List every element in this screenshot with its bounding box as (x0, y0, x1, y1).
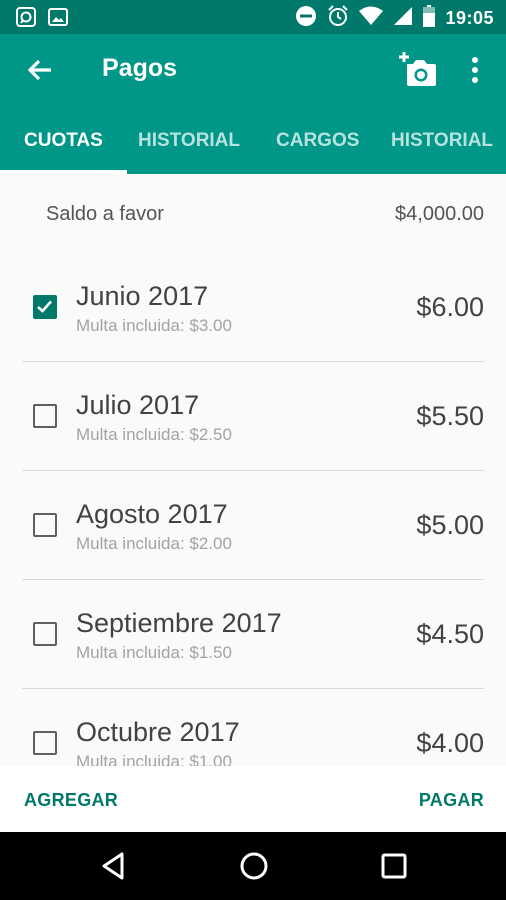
checkbox[interactable] (33, 513, 57, 537)
due-fine: Multa incluida: $2.00 (76, 534, 232, 553)
due-month: Octubre 2017 (76, 717, 240, 747)
add-button[interactable]: AGREGAR (24, 790, 118, 811)
due-row-septiembre[interactable]: Septiembre 2017 Multa incluida: $1.50 $4… (0, 579, 506, 689)
due-amount: $4.00 (416, 728, 484, 758)
due-month: Septiembre 2017 (76, 608, 282, 638)
bottom-action-bar: AGREGAR PAGAR (0, 766, 506, 832)
tab-historial[interactable]: HISTORIAL (138, 106, 240, 174)
more-vert-icon[interactable] (464, 54, 486, 86)
checkbox[interactable] (33, 731, 57, 755)
due-month: Julio 2017 (76, 390, 200, 420)
pay-button[interactable]: PAGAR (419, 790, 484, 811)
image-icon (48, 7, 68, 32)
checkbox-checked[interactable] (33, 295, 57, 319)
due-fine: Multa incluida: $2.50 (76, 425, 232, 444)
tab-cuotas[interactable]: CUOTAS (24, 106, 103, 174)
due-amount: $6.00 (416, 292, 484, 322)
due-row-agosto[interactable]: Agosto 2017 Multa incluida: $2.00 $5.00 (0, 470, 506, 580)
signal-icon (393, 6, 413, 31)
do-not-disturb-icon (295, 5, 317, 32)
whatsapp-icon (16, 7, 36, 32)
due-fine: Multa incluida: $1.50 (76, 643, 232, 662)
tab-bar: CUOTAS HISTORIAL CARGOS HISTORIAL (0, 106, 506, 174)
due-amount: $4.50 (416, 619, 484, 649)
due-row-julio[interactable]: Julio 2017 Multa incluida: $2.50 $5.50 (0, 361, 506, 471)
tab-cargos[interactable]: CARGOS (276, 106, 359, 174)
back-arrow-icon[interactable] (24, 54, 56, 86)
due-amount: $5.50 (416, 401, 484, 431)
balance-row: Saldo a favor $4,000.00 (0, 174, 506, 252)
due-amount: $5.00 (416, 510, 484, 540)
due-fine: Multa incluida: $1.00 (76, 752, 232, 766)
checkbox[interactable] (33, 404, 57, 428)
due-row-octubre[interactable]: Octubre 2017 Multa incluida: $1.00 $4.00 (0, 688, 506, 766)
tab-historial-cargos[interactable]: HISTORIAL (391, 106, 493, 174)
dues-list[interactable]: Saldo a favor $4,000.00 Junio 2017 Multa… (0, 174, 506, 766)
checkbox[interactable] (33, 622, 57, 646)
recents-square-icon[interactable] (376, 850, 412, 882)
due-month: Agosto 2017 (76, 499, 228, 529)
system-nav-bar (0, 832, 506, 900)
clock: 19:05 (445, 8, 494, 28)
app-bar: Pagos (0, 34, 506, 106)
status-bar: 19:05 (0, 0, 506, 34)
alarm-icon (327, 5, 349, 32)
balance-value: $4,000.00 (395, 203, 484, 225)
page-title: Pagos (102, 54, 178, 82)
due-month: Junio 2017 (76, 281, 209, 311)
back-triangle-icon[interactable] (97, 850, 133, 882)
wifi-icon (359, 6, 384, 31)
due-fine: Multa incluida: $3.00 (76, 316, 232, 335)
add-photo-icon[interactable] (398, 50, 438, 90)
balance-label: Saldo a favor (46, 203, 164, 225)
home-circle-icon[interactable] (236, 850, 272, 882)
battery-icon (423, 5, 436, 32)
due-row-junio[interactable]: Junio 2017 Multa incluida: $3.00 $6.00 (0, 252, 506, 362)
